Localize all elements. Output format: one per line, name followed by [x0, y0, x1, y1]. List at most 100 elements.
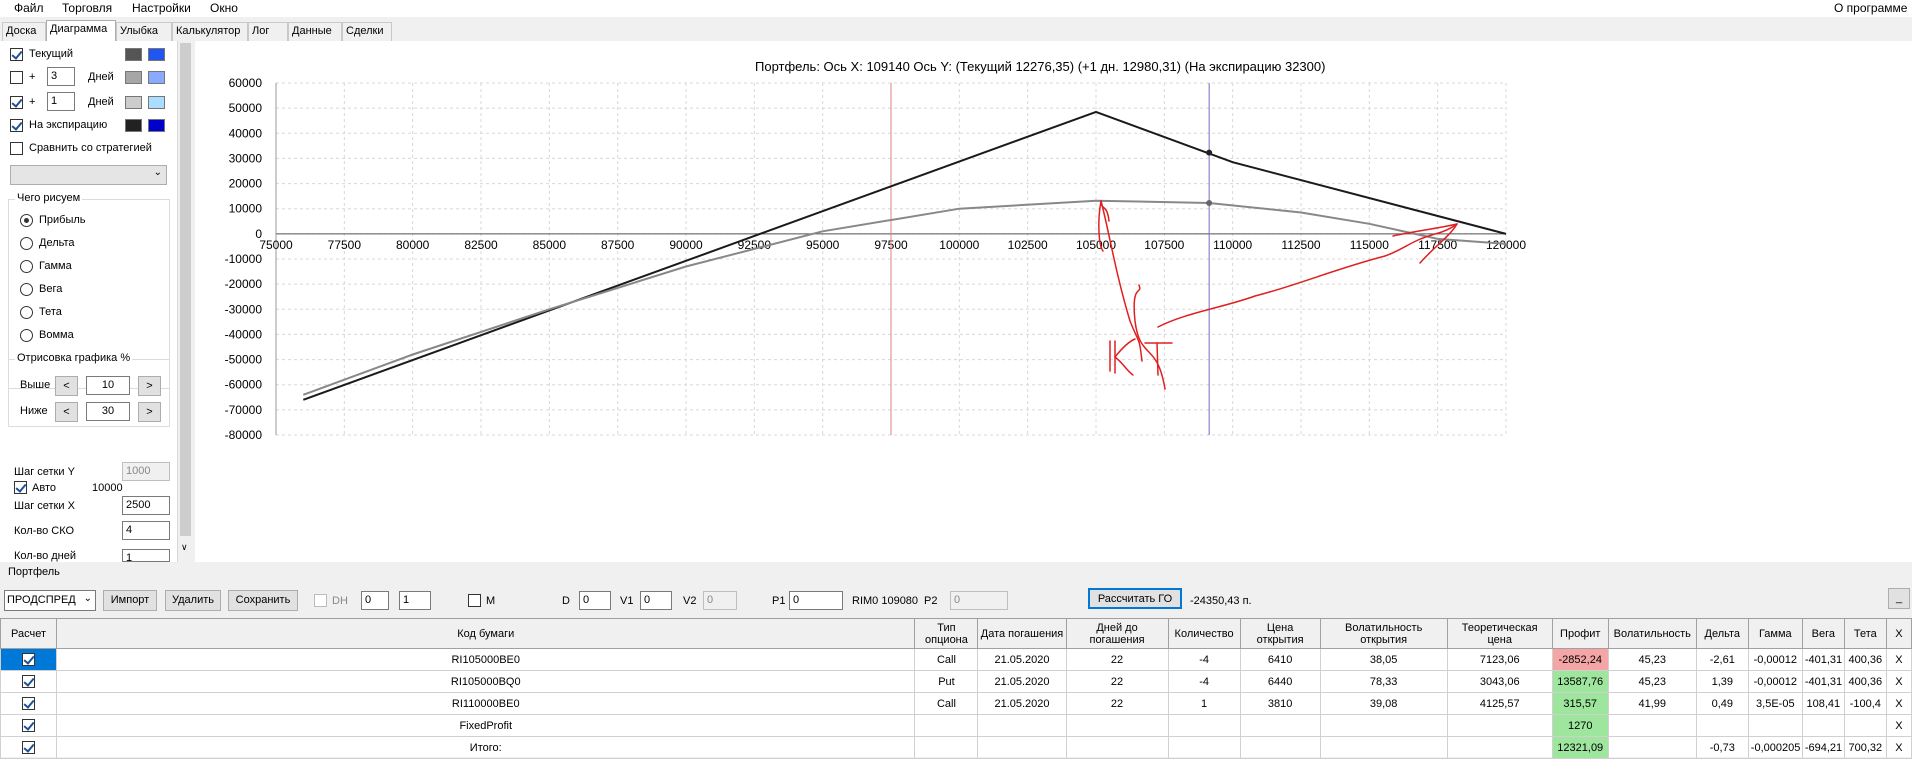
table-cell[interactable]: RI105000BE0 [56, 648, 916, 671]
table-cell[interactable]: 13587,76 [1551, 670, 1609, 693]
table-cell[interactable]: -2,61 [1695, 648, 1749, 671]
table-cell[interactable] [1747, 714, 1803, 737]
calc-checkbox[interactable] [22, 697, 35, 710]
above-input[interactable]: 10 [86, 376, 130, 395]
table-cell[interactable]: 45,23 [1607, 648, 1697, 671]
tab-calculator[interactable]: Калькулятор [172, 22, 248, 41]
radio-profit[interactable] [20, 214, 33, 227]
above-decrease-button[interactable]: < [55, 376, 78, 396]
tab-smile[interactable]: Улыбка [116, 22, 172, 41]
strategy-select[interactable]: ПРОДСПРЕД ⌄ [4, 590, 96, 611]
table-cell[interactable]: -0,00012 [1747, 648, 1803, 671]
dh-checkbox[interactable] [314, 594, 327, 607]
d-input[interactable]: 0 [579, 591, 611, 610]
table-cell[interactable]: 0,49 [1695, 692, 1749, 715]
radio-vega[interactable] [20, 283, 33, 296]
table-cell[interactable]: 700,32 [1843, 736, 1887, 759]
plus1-color-a[interactable] [125, 96, 142, 109]
table-cell[interactable]: -0,73 [1695, 736, 1749, 759]
table-cell[interactable]: X [1885, 670, 1912, 693]
table-cell[interactable]: -100,4 [1843, 692, 1887, 715]
table-cell[interactable]: 400,36 [1843, 670, 1887, 693]
table-cell[interactable]: X [1885, 736, 1912, 759]
column-header[interactable]: Профит [1551, 618, 1609, 649]
tab-deals[interactable]: Сделки [342, 22, 392, 41]
table-row[interactable]: RI105000BQ0 Put 21.05.2020 22 -4 6440 78,33 304… [0, 670, 1912, 693]
tab-board[interactable]: Доска [2, 22, 46, 41]
table-row[interactable]: RI110000BE0 Call 21.05.2020 22 1 3810 39,08 412… [0, 692, 1912, 715]
table-cell[interactable]: Put [914, 670, 979, 693]
plus1-days-input[interactable]: 1 [47, 92, 75, 111]
calculate-go-button[interactable]: Рассчитать ГО [1088, 588, 1182, 609]
p2-input[interactable]: 0 [950, 591, 1008, 610]
table-cell[interactable]: 7123,06 [1446, 648, 1553, 671]
table-cell[interactable]: -0,000205 [1747, 736, 1803, 759]
calc-checkbox[interactable] [22, 741, 35, 754]
plus1-color-b[interactable] [148, 96, 165, 109]
table-cell[interactable]: RI110000BE0 [56, 692, 916, 715]
table-cell[interactable]: -401,31 [1801, 670, 1845, 693]
table-cell[interactable] [1607, 736, 1697, 759]
expiration-checkbox[interactable] [10, 119, 23, 132]
table-cell[interactable] [1167, 736, 1241, 759]
above-increase-button[interactable]: > [138, 376, 161, 396]
calc-checkbox-cell[interactable] [0, 714, 58, 737]
calc-checkbox-cell[interactable] [0, 692, 58, 715]
column-header[interactable]: Волатильность [1607, 618, 1697, 649]
menu-settings[interactable]: Настройки [132, 1, 191, 15]
table-cell[interactable]: 41,99 [1607, 692, 1697, 715]
table-cell[interactable]: FixedProfit [56, 714, 916, 737]
table-cell[interactable]: -4 [1167, 670, 1241, 693]
scroll-down-icon[interactable]: ∨ [181, 542, 188, 553]
radio-vomma[interactable] [20, 329, 33, 342]
calc-checkbox-cell[interactable] [0, 648, 58, 671]
table-cell[interactable] [1239, 736, 1321, 759]
column-header[interactable]: Код бумаги [56, 618, 916, 649]
radio-theta[interactable] [20, 306, 33, 319]
table-cell[interactable]: Call [914, 648, 979, 671]
v2-input[interactable]: 0 [703, 591, 737, 610]
below-increase-button[interactable]: > [138, 402, 161, 422]
plus3-color-b[interactable] [148, 71, 165, 84]
table-cell[interactable]: -401,31 [1801, 648, 1845, 671]
table-cell[interactable]: 22 [1065, 648, 1169, 671]
calc-checkbox[interactable] [22, 653, 35, 666]
grid-x-input[interactable]: 2500 [122, 496, 170, 515]
table-cell[interactable]: 108,41 [1801, 692, 1845, 715]
scrollbar-thumb[interactable] [180, 43, 191, 536]
expiration-color-a[interactable] [125, 119, 142, 132]
table-cell[interactable]: 400,36 [1843, 648, 1887, 671]
table-cell[interactable]: 315,57 [1551, 692, 1609, 715]
table-cell[interactable]: 6440 [1239, 670, 1321, 693]
table-cell[interactable]: 3,5E-05 [1747, 692, 1803, 715]
grid-y-input[interactable]: 1000 [122, 462, 170, 481]
expiration-color-b[interactable] [148, 119, 165, 132]
compare-strategy-select[interactable]: ⌄ [10, 165, 167, 185]
table-cell[interactable]: Итого: [56, 736, 916, 759]
table-row[interactable]: RI105000BE0 Call 21.05.2020 22 -4 6410 38,05 71… [0, 648, 1912, 671]
table-cell[interactable]: 22 [1065, 670, 1169, 693]
settings-scrollbar[interactable]: ∨ [178, 41, 193, 562]
calc-checkbox-cell[interactable] [0, 736, 58, 759]
column-header[interactable]: Вега [1801, 618, 1845, 649]
plus3-checkbox[interactable] [10, 71, 23, 84]
table-cell[interactable]: X [1885, 692, 1912, 715]
table-cell[interactable] [1695, 714, 1749, 737]
table-cell[interactable]: 4125,57 [1446, 692, 1553, 715]
compare-checkbox[interactable] [10, 142, 23, 155]
p1-input[interactable]: 0 [789, 591, 843, 610]
menu-about[interactable]: О программе [1834, 1, 1907, 15]
import-button[interactable]: Импорт [103, 590, 157, 611]
column-header[interactable]: Количество [1167, 618, 1241, 649]
sko-input[interactable]: 4 [122, 521, 170, 540]
dh-input-2[interactable]: 1 [399, 591, 431, 610]
calc-checkbox[interactable] [22, 675, 35, 688]
table-cell[interactable]: RI105000BQ0 [56, 670, 916, 693]
calc-checkbox-cell[interactable] [0, 670, 58, 693]
table-cell[interactable] [1446, 714, 1553, 737]
tab-log[interactable]: Лог [248, 22, 288, 41]
column-header[interactable]: Дельта [1695, 618, 1749, 649]
table-cell[interactable] [1801, 714, 1845, 737]
table-cell[interactable] [1167, 714, 1241, 737]
column-header[interactable]: X [1885, 618, 1912, 649]
